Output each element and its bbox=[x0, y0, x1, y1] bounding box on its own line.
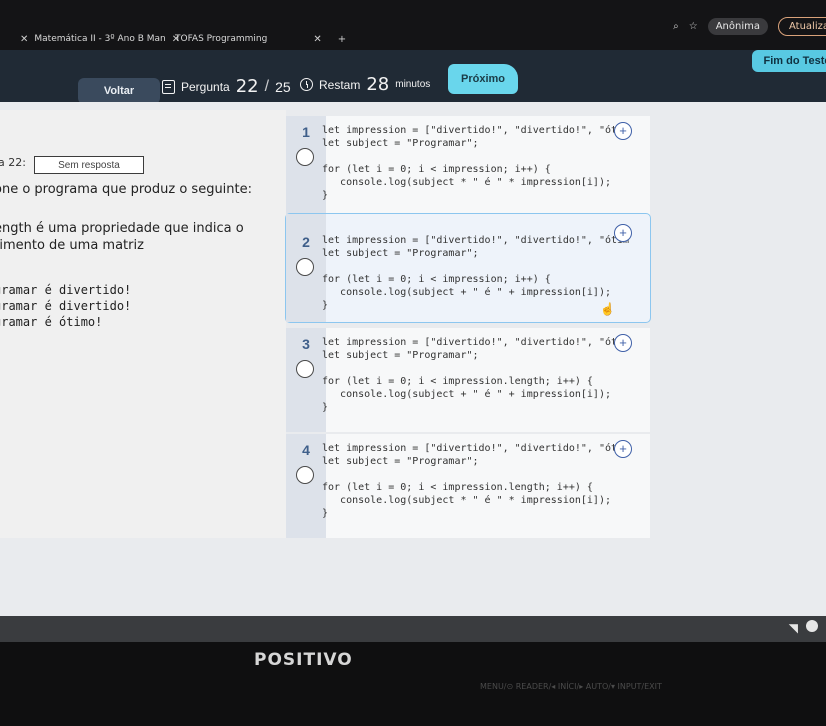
back-button[interactable]: Voltar bbox=[78, 78, 160, 104]
option-code: let impression = ["divertido!", "diverti… bbox=[322, 337, 629, 413]
tab-close-icon[interactable]: ✕ bbox=[20, 34, 28, 45]
profile-pill[interactable]: Anônima bbox=[707, 17, 768, 35]
question-hint: ength é uma propriedade que indica o rim… bbox=[0, 220, 244, 254]
answer-option-3[interactable]: 3 let impression = ["divertido!", "diver… bbox=[286, 328, 650, 432]
answer-option-2[interactable]: 2 let impression = ["divertido!", "diver… bbox=[285, 213, 651, 323]
monitor-brand-logo: POSITIVO bbox=[254, 650, 353, 670]
zoom-in-icon[interactable]: + bbox=[614, 122, 632, 140]
option-radio[interactable] bbox=[296, 148, 314, 166]
question-panel: a 22: Sem resposta one o programa que pr… bbox=[0, 110, 286, 538]
hand-cursor-icon: ☝ bbox=[600, 302, 615, 316]
option-number: 1 bbox=[302, 124, 310, 140]
status-badge: Sem resposta bbox=[34, 156, 144, 174]
answer-option-4[interactable]: 4 let impression = ["divertido!", "diver… bbox=[286, 434, 650, 538]
status-dot-icon[interactable] bbox=[806, 620, 818, 632]
new-tab-icon[interactable]: + bbox=[338, 34, 346, 45]
question-total: 25 bbox=[275, 78, 291, 95]
tab-title: TOFAS Programming bbox=[175, 34, 268, 44]
question-sep: / bbox=[264, 77, 270, 95]
option-code: let impression = ["divertido!", "diverti… bbox=[322, 235, 630, 311]
option-number: 3 bbox=[302, 336, 310, 352]
option-number: 2 bbox=[302, 234, 310, 250]
finish-test-button[interactable]: Fim do Teste bbox=[752, 50, 826, 72]
question-label: Pergunta bbox=[181, 79, 230, 94]
tab-matematica[interactable]: ✕ Matemática II - 3º Ano B Man ✕ bbox=[20, 28, 180, 50]
zoom-in-icon[interactable]: + bbox=[614, 440, 632, 458]
question-number: a 22: bbox=[0, 156, 26, 169]
hint-line: rimento de uma matriz bbox=[0, 238, 144, 253]
option-radio[interactable] bbox=[296, 360, 314, 378]
question-prompt: one o programa que produz o seguinte: bbox=[0, 182, 253, 197]
wifi-icon[interactable]: ◥ bbox=[789, 621, 798, 635]
next-button[interactable]: Próximo bbox=[448, 64, 518, 94]
update-button[interactable]: Atualiza bbox=[778, 16, 826, 36]
hint-line: ength é uma propriedade que indica o bbox=[0, 221, 244, 236]
browser-toolbar-right: ⌕ ☆ Anônima Atualiza bbox=[673, 16, 826, 36]
zoom-in-icon[interactable]: + bbox=[614, 334, 632, 352]
timer: Restam 28 minutos bbox=[300, 74, 430, 95]
option-radio[interactable] bbox=[296, 258, 314, 276]
tab-close-icon[interactable]: ✕ bbox=[313, 34, 321, 45]
option-code: let impression = ["divertido!", "diverti… bbox=[322, 443, 629, 519]
question-list-icon bbox=[162, 79, 175, 94]
timer-label: Restam bbox=[319, 77, 361, 92]
monitor-bezel: POSITIVO MENU/⊙ READER/◂ INÍCI/▸ AUTO/▾ … bbox=[0, 642, 826, 726]
question-current: 22 bbox=[235, 76, 259, 97]
option-radio[interactable] bbox=[296, 466, 314, 484]
option-number: 4 bbox=[302, 442, 310, 458]
browser-chrome: ✕ Matemática II - 3º Ano B Man ✕ TOFAS P… bbox=[0, 0, 826, 50]
search-icon[interactable]: ⌕ bbox=[673, 21, 679, 32]
answer-option-1[interactable]: 1 let impression = ["divertido!", "diver… bbox=[286, 116, 650, 220]
os-taskbar: ◥ bbox=[0, 616, 826, 642]
zoom-in-icon[interactable]: + bbox=[614, 224, 632, 242]
option-code: let impression = ["divertido!", "diverti… bbox=[322, 125, 629, 201]
tab-tofas[interactable]: TOFAS Programming ✕ + bbox=[175, 28, 346, 50]
clock-icon bbox=[300, 78, 313, 91]
timer-value: 28 bbox=[366, 74, 390, 95]
question-indicator: Pergunta 22 / 25 bbox=[162, 76, 291, 97]
quiz-content: a 22: Sem resposta one o programa que pr… bbox=[0, 102, 826, 616]
expected-output: gramar é divertido! gramar é divertido! … bbox=[0, 283, 132, 329]
star-icon[interactable]: ☆ bbox=[689, 21, 698, 32]
quiz-topbar: Voltar Pergunta 22 / 25 Restam 28 minuto… bbox=[0, 50, 826, 110]
monitor-button-labels: MENU/⊙ READER/◂ INÍCI/▸ AUTO/▾ INPUT/EXI… bbox=[480, 682, 662, 691]
timer-unit: minutos bbox=[395, 79, 431, 90]
tab-title: Matemática II - 3º Ano B Man bbox=[34, 34, 166, 44]
